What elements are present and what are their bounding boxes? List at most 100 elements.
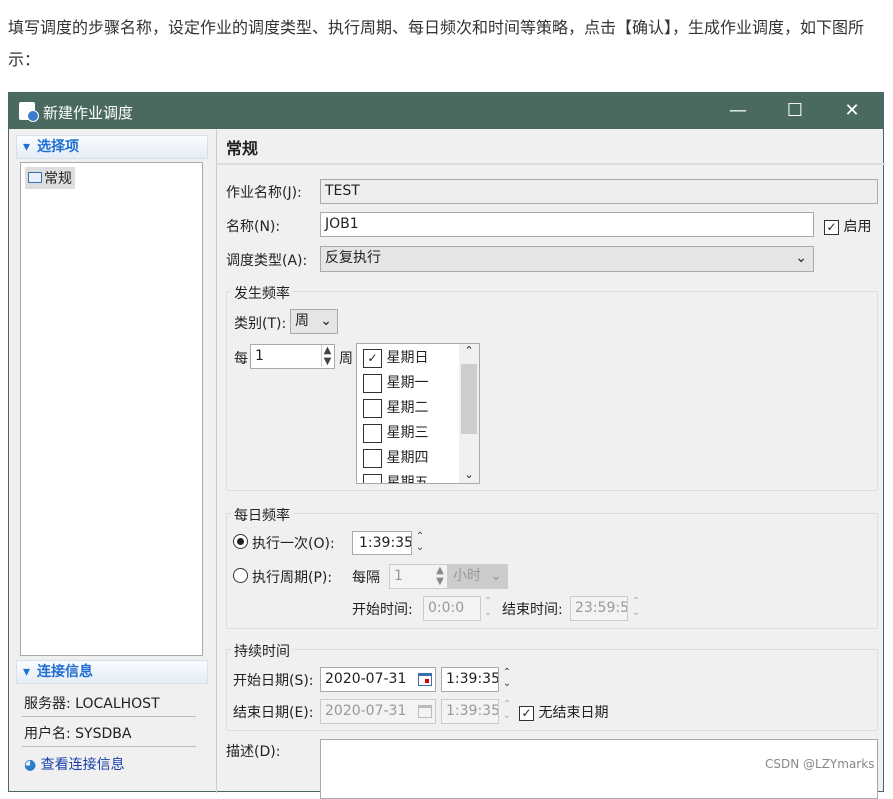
spin-arrows-icon[interactable]: ⌃ ⌄ [501,699,513,721]
weekday-label: 星期二 [386,400,429,416]
intro-text: 填写调度的步骤名称，设定作业的调度类型、执行周期、每日频次和时间等策略，点击【确… [8,18,865,69]
weekday-checkbox[interactable]: ✓ 星期日 [363,347,428,368]
stepper-value: 1 [255,348,264,364]
select-value: 反复执行 [325,250,381,266]
end-time-label: 结束时间: [502,602,563,618]
tree-item-label: 常规 [44,171,72,187]
options-header[interactable]: 选择项 [16,135,208,159]
minimize-button[interactable]: — [715,93,761,129]
job-name-field[interactable]: TEST [320,179,878,204]
schedule-type-label: 调度类型(A): [226,253,308,269]
date-value: 2020-07-31 [325,671,407,687]
title-bar: 新建作业调度 — ☐ ✕ [9,93,883,129]
checkbox-unchecked-icon [363,398,382,418]
connection-header[interactable]: 连接信息 [16,660,208,684]
connection-icon: ◕ [24,757,41,773]
category-select[interactable]: 周 ⌄ [290,309,338,334]
start-date-picker[interactable]: 2020-07-31 [320,667,436,692]
select-value: 小时 [453,568,481,584]
every-weeks-stepper[interactable]: 1 ▲ ▼ [250,344,335,369]
interval-stepper[interactable]: 1 ▲ ▼ [389,564,448,589]
once-time-field[interactable]: 1:39:35 [352,531,412,555]
divider [217,163,885,165]
tree-item-general[interactable]: 常规 [25,167,75,189]
group-title: 持续时间 [231,641,293,661]
divider [22,716,196,717]
radio-label: 执行一次(O): [252,536,335,552]
description-label: 描述(D): [226,744,281,760]
user-info: 用户名: SYSDBA [24,726,132,742]
divider [22,746,196,747]
end-time-field[interactable]: 1:39:35 [441,699,499,724]
end-date-picker[interactable]: 2020-07-31 [320,699,436,724]
weekday-checkbox[interactable]: 星期五 [363,472,429,484]
name-label: 名称(N): [226,219,281,235]
daily-frequency-group: 每日频率 执行一次(O): 1:39:35 ⌃ ⌄ 执行周期(P): 每隔 1 ▲ ▼… [226,505,878,629]
spin-arrows-icon[interactable]: ⌃ ⌄ [501,667,513,689]
every-label: 每 [234,351,248,367]
right-panel: 常规 作业名称(J): TEST 名称(N): JOB1 ✓ 启用 调度类型(A… [216,129,885,799]
left-panel: 选择项 常规 连接信息 服务器: LOCALHOST 用户名: SYSDBA ◕… [12,133,210,793]
group-title: 发生频率 [231,283,293,303]
view-connection-link[interactable]: ◕ 查看连接信息 [24,754,125,774]
category-label: 类别(T): [234,316,287,332]
interval-unit-select[interactable]: 小时 ⌄ [448,564,508,589]
maximize-button[interactable]: ☐ [772,93,818,129]
date-value: 2020-07-31 [325,703,407,719]
stepper-value: 1 [394,568,403,584]
chevron-down-icon: ⌄ [490,568,502,584]
checkbox-unchecked-icon [363,373,382,393]
section-title: 常规 [226,139,259,158]
link-label[interactable]: 查看连接信息 [41,757,125,773]
spin-arrows-icon[interactable]: ⌃ ⌄ [482,596,494,618]
spin-arrows-icon[interactable]: ⌃ ⌄ [630,596,642,618]
end-time-field[interactable]: 23:59:59 [570,596,628,621]
chevron-down-icon: ⌄ [795,250,807,266]
weekday-label: 星期三 [386,425,429,441]
start-time-field[interactable]: 1:39:35 [441,667,499,692]
checkbox-unchecked-icon [363,423,382,443]
weekday-checkbox[interactable]: 星期一 [363,372,428,393]
options-tree: 常规 [20,162,203,656]
radio-selected-icon [233,534,248,549]
weekday-checkbox[interactable]: 星期四 [363,447,428,468]
start-time-label: 开始时间: [352,602,413,618]
start-time-field[interactable]: 0:0:0 [423,596,481,621]
weekday-label: 星期一 [386,375,429,391]
execute-period-radio[interactable]: 执行周期(P): [233,567,332,587]
radio-unselected-icon [233,568,248,583]
calendar-icon[interactable] [418,673,432,686]
weekday-label: 星期五 [386,475,429,484]
scrollbar[interactable]: ⌃ ⌄ [459,344,479,483]
name-field[interactable]: JOB1 [320,212,814,237]
weekday-list[interactable]: ✓ 星期日 星期一 星期二 星期三 星期四 星期五 ⌃ ⌄ [356,343,480,484]
checkbox-checked-icon: ✓ [824,220,839,235]
close-button[interactable]: ✕ [829,93,875,129]
calendar-icon[interactable] [418,705,432,718]
new-job-schedule-dialog: 新建作业调度 — ☐ ✕ 选择项 常规 连接信息 服务器: LOCALHOST … [8,92,885,799]
weekday-checkbox[interactable]: 星期三 [363,422,428,443]
scrollbar-thumb[interactable] [461,364,477,434]
select-value: 周 [295,313,309,329]
duration-group: 持续时间 开始日期(S): 2020-07-31 1:39:35 ⌃ ⌄ 结束日期… [226,641,878,731]
checkbox-unchecked-icon [363,448,382,468]
schedule-icon [19,102,39,122]
watermark: CSDN @LZYmarks [765,757,875,771]
weekday-checkbox[interactable]: 星期二 [363,397,428,418]
frequency-group: 发生频率 类别(T): 周 ⌄ 每 1 ▲ ▼ 周 ✓ 星期日 星期一 星期二 星期三… [226,283,878,491]
spin-arrows-icon[interactable]: ⌃ ⌄ [414,531,426,553]
weekday-label: 星期四 [386,450,429,466]
spin-arrows-icon[interactable]: ▲ ▼ [434,565,446,587]
checkbox-unchecked-icon [363,473,382,483]
no-end-date-checkbox[interactable]: ✓ 无结束日期 [519,702,608,722]
execute-once-radio[interactable]: 执行一次(O): [233,533,335,553]
group-title: 每日频率 [231,505,293,525]
chevron-down-icon: ⌄ [320,313,332,329]
checkbox-checked-icon: ✓ [519,706,534,721]
enable-label: 启用 [843,219,872,235]
checkbox-label: 无结束日期 [538,705,609,721]
spin-arrows-icon[interactable]: ▲ ▼ [321,345,333,367]
enable-checkbox[interactable]: ✓ 启用 [824,216,871,236]
server-info: 服务器: LOCALHOST [24,696,160,712]
schedule-type-select[interactable]: 反复执行 ⌄ [320,246,814,272]
